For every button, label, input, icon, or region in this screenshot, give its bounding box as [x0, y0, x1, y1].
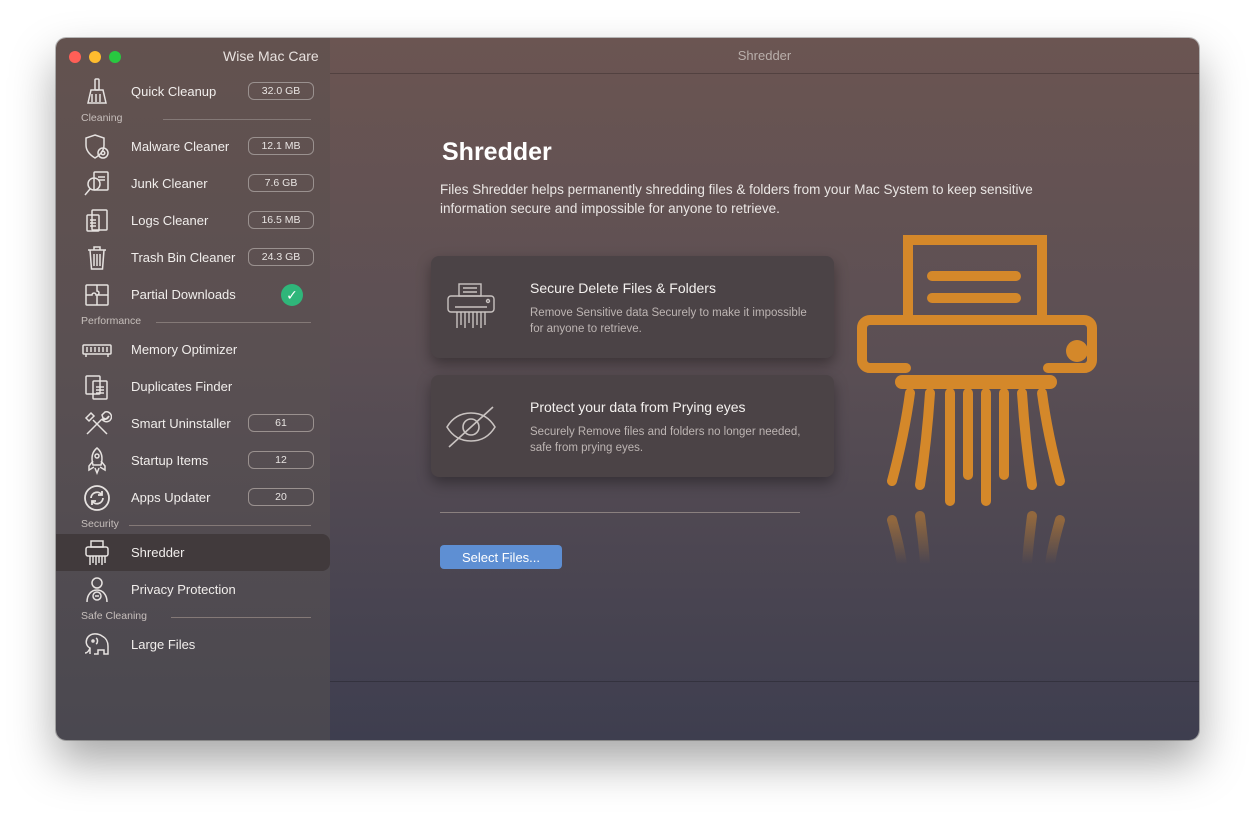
sidebar-item-apps-updater[interactable]: Apps Updater 20 — [56, 479, 330, 516]
refresh-icon — [82, 483, 112, 513]
size-badge: 7.6 GB — [248, 174, 314, 192]
close-window-button[interactable] — [69, 51, 81, 63]
page-description: Files Shredder helps permanently shreddi… — [440, 182, 1033, 216]
size-badge: 24.3 GB — [248, 248, 314, 266]
sidebar-item-label: Partial Downloads — [131, 287, 236, 302]
size-badge: 32.0 GB — [248, 82, 314, 100]
magnifier-doc-icon — [82, 169, 112, 199]
card-title: Secure Delete Files & Folders — [530, 280, 716, 296]
shield-gear-icon — [82, 132, 112, 162]
shredder-icon — [82, 538, 112, 568]
sidebar-item-shredder[interactable]: Shredder — [56, 534, 330, 571]
section-divider — [156, 322, 311, 323]
puzzle-icon — [82, 280, 112, 310]
section-divider — [163, 119, 311, 120]
sidebar-item-junk-cleaner[interactable]: Junk Cleaner 7.6 GB — [56, 165, 330, 202]
sidebar-item-label: Duplicates Finder — [131, 379, 233, 394]
section-label: Security — [81, 518, 119, 530]
section-header-safe-cleaning: Safe Cleaning — [81, 610, 311, 624]
section-divider — [129, 525, 311, 526]
sidebar: Wise Mac Care Quick Cleanup 32.0 GB Clea… — [56, 38, 331, 740]
log-doc-icon — [82, 206, 112, 236]
sidebar-item-logs-cleaner[interactable]: Logs Cleaner 16.5 MB — [56, 202, 330, 239]
count-badge: 20 — [248, 488, 314, 506]
elephant-icon — [82, 630, 112, 660]
feature-card-secure-delete[interactable]: Secure Delete Files & Folders Remove Sen… — [431, 256, 834, 358]
size-badge: 16.5 MB — [248, 211, 314, 229]
wrench-screwdriver-icon — [82, 409, 113, 439]
window-title: Shredder — [737, 48, 792, 63]
duplicate-docs-icon — [82, 372, 112, 402]
card-title: Protect your data from Prying eyes — [530, 399, 746, 415]
sidebar-item-label: Privacy Protection — [131, 582, 236, 597]
page-title: Shredder — [442, 138, 552, 166]
sidebar-item-label: Startup Items — [131, 453, 209, 468]
minimize-window-button[interactable] — [89, 51, 101, 63]
checkmark-icon: ✓ — [281, 284, 303, 306]
shredder-illustration — [840, 228, 1130, 578]
section-header-cleaning: Cleaning — [81, 112, 311, 126]
section-label: Safe Cleaning — [81, 610, 147, 622]
sidebar-item-partial-downloads[interactable]: Partial Downloads ✓ — [56, 276, 330, 313]
title-bar: Shredder — [330, 38, 1199, 74]
sidebar-item-label: Large Files — [131, 637, 196, 652]
rocket-icon — [82, 446, 112, 476]
section-header-performance: Performance — [81, 315, 311, 329]
zoom-window-button[interactable] — [109, 51, 121, 63]
section-label: Cleaning — [81, 112, 123, 124]
section-divider — [171, 617, 311, 618]
main-content: Shredder Shredder Files Shredder helps p… — [330, 38, 1199, 740]
select-files-button[interactable]: Select Files... — [440, 545, 562, 569]
sidebar-item-label: Shredder — [131, 545, 185, 560]
sidebar-item-label: Apps Updater — [131, 490, 211, 505]
sidebar-item-label: Memory Optimizer — [131, 342, 238, 357]
sidebar-item-label: Malware Cleaner — [131, 139, 230, 154]
sidebar-item-label: Trash Bin Cleaner — [131, 250, 236, 265]
sidebar-item-malware-cleaner[interactable]: Malware Cleaner 12.1 MB — [56, 128, 330, 165]
sidebar-item-smart-uninstaller[interactable]: Smart Uninstaller 61 — [56, 405, 330, 442]
footer-divider — [330, 681, 1199, 682]
sidebar-item-label: Junk Cleaner — [131, 176, 208, 191]
app-window: Wise Mac Care Quick Cleanup 32.0 GB Clea… — [56, 38, 1199, 740]
trash-icon — [82, 243, 112, 273]
content-divider — [440, 512, 800, 513]
eye-slash-icon — [443, 399, 499, 455]
sidebar-item-trash-bin-cleaner[interactable]: Trash Bin Cleaner 24.3 GB — [56, 239, 330, 276]
sidebar-item-label: Logs Cleaner — [131, 213, 209, 228]
card-description: Remove Sensitive data Securely to make i… — [530, 307, 807, 335]
feature-card-prying-eyes[interactable]: Protect your data from Prying eyes Secur… — [431, 375, 834, 477]
privacy-person-icon — [82, 575, 112, 605]
sidebar-item-label: Smart Uninstaller — [131, 416, 231, 431]
memory-chip-icon — [82, 335, 112, 365]
sidebar-item-startup-items[interactable]: Startup Items 12 — [56, 442, 330, 479]
shredder-icon — [443, 280, 499, 336]
section-label: Performance — [81, 315, 142, 327]
card-description: Securely Remove files and folders no lon… — [530, 426, 801, 454]
sidebar-item-large-files[interactable]: Large Files — [56, 626, 330, 663]
size-badge: 12.1 MB — [248, 137, 314, 155]
section-header-security: Security — [81, 518, 311, 532]
sidebar-item-label: Quick Cleanup — [131, 84, 217, 99]
broom-icon — [82, 77, 112, 107]
sidebar-item-memory-optimizer[interactable]: Memory Optimizer — [56, 331, 330, 368]
sidebar-item-privacy-protection[interactable]: Privacy Protection — [56, 571, 330, 608]
sidebar-item-duplicates-finder[interactable]: Duplicates Finder — [56, 368, 330, 405]
app-title: Wise Mac Care — [223, 48, 319, 64]
count-badge: 12 — [248, 451, 314, 469]
sidebar-item-quick-cleanup[interactable]: Quick Cleanup 32.0 GB — [56, 73, 330, 110]
count-badge: 61 — [248, 414, 314, 432]
